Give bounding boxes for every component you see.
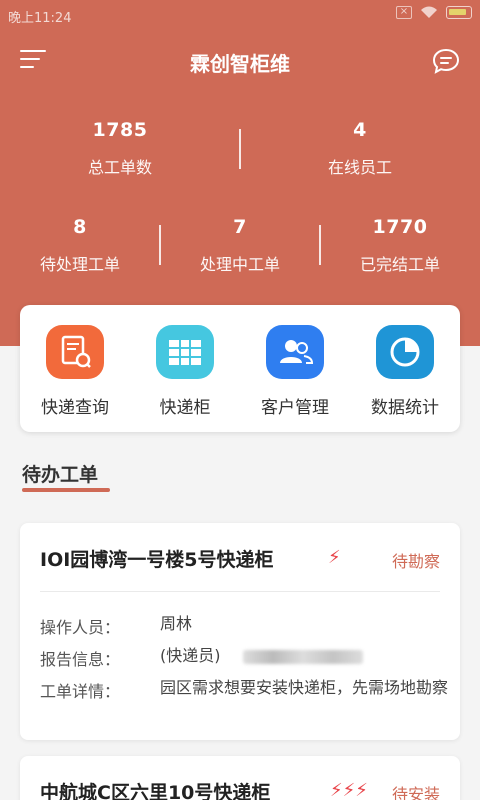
- stat-value: 8: [73, 216, 87, 238]
- wifi-icon: [421, 6, 437, 18]
- stat-label: 已完结工单: [359, 255, 440, 274]
- section-title: 待办工单: [22, 464, 99, 486]
- stat-label: 待处理工单: [39, 255, 120, 274]
- section-underline: [22, 488, 110, 492]
- divider: [239, 129, 241, 169]
- users-icon: [266, 325, 324, 379]
- pie-chart-icon: [376, 325, 434, 379]
- no-sim-icon: ×: [396, 6, 412, 19]
- stat-value: 1770: [372, 216, 428, 238]
- order-title: 中航城C区六里10号快递柜: [40, 782, 271, 800]
- page-title: 霖创智柜维: [190, 52, 290, 76]
- stat-online-staff[interactable]: 4 在线员工: [280, 119, 440, 178]
- work-order-card[interactable]: 中航城C区六里10号快递柜 ⚡⚡⚡ 待安装: [20, 756, 460, 800]
- stat-label: 处理中工单: [199, 255, 280, 274]
- stat-value: 7: [233, 216, 247, 238]
- stat-value: 4: [353, 119, 367, 141]
- quick-actions-card: 快递查询 快递柜 客户管理 数据统计: [20, 305, 460, 432]
- quick-action-locker[interactable]: 快递柜: [130, 325, 240, 418]
- stat-value: 1785: [92, 119, 148, 141]
- divider: [40, 591, 440, 592]
- battery-icon: [446, 6, 472, 19]
- report-value: (快递员): [160, 646, 221, 665]
- urgency-bolt-icon: ⚡: [328, 547, 341, 568]
- quick-action-customer-management[interactable]: 客户管理: [240, 325, 350, 418]
- status-bar: 晚上11:24 ×: [0, 0, 480, 30]
- field-label: 报告信息：: [40, 650, 121, 669]
- redacted-phone: [242, 649, 363, 664]
- order-status: 待安装: [391, 785, 440, 800]
- quick-action-express-query[interactable]: 快递查询: [20, 325, 130, 418]
- app-bar: 霖创智柜维: [0, 38, 480, 82]
- stat-label: 在线员工: [327, 158, 392, 177]
- package-search-icon: [46, 325, 104, 379]
- field-label: 操作人员：: [40, 618, 121, 637]
- operator-value: 周林: [160, 614, 193, 633]
- quick-action-label: 数据统计: [371, 398, 439, 418]
- status-time: 晚上11:24: [8, 11, 72, 26]
- order-status: 待勘察: [391, 552, 440, 571]
- urgency-bolt-icon: ⚡⚡⚡: [330, 780, 368, 800]
- quick-action-label: 快递柜: [159, 398, 211, 418]
- message-icon[interactable]: [432, 48, 460, 74]
- stat-pending-orders[interactable]: 8 待处理工单: [0, 216, 160, 275]
- stat-processing-orders[interactable]: 7 处理中工单: [160, 216, 320, 275]
- stat-completed-orders[interactable]: 1770 已完结工单: [320, 216, 480, 275]
- work-order-card[interactable]: IOI园博湾一号楼5号快递柜 ⚡ 待勘察 操作人员： 周林 报告信息： (快递员…: [20, 523, 460, 740]
- locker-grid-icon: [156, 325, 214, 379]
- quick-action-label: 客户管理: [261, 398, 329, 418]
- quick-action-statistics[interactable]: 数据统计: [350, 325, 460, 418]
- quick-action-label: 快递查询: [41, 398, 109, 418]
- detail-value: 园区需求想要安装快递柜，先需场地勘察: [160, 678, 449, 697]
- order-title: IOI园博湾一号楼5号快递柜: [40, 549, 274, 571]
- stat-label: 总工单数: [87, 158, 152, 177]
- stat-total-orders[interactable]: 1785 总工单数: [40, 119, 200, 178]
